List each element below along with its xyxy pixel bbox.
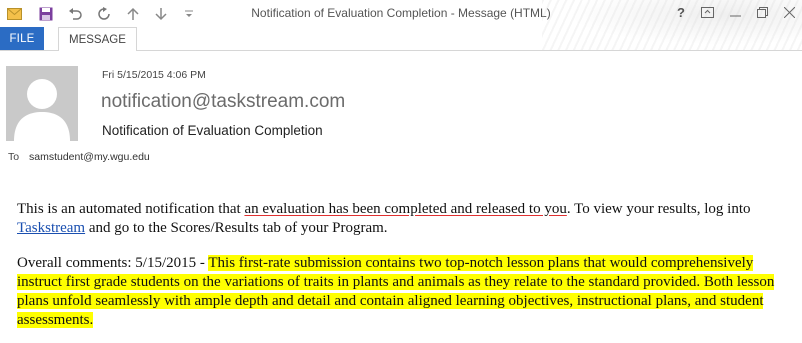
person-silhouette-icon xyxy=(6,66,78,141)
sent-date: Fri 5/15/2015 4:06 PM xyxy=(102,69,206,81)
body-paragraph-1: This is an automated notification that a… xyxy=(17,200,787,238)
avatar xyxy=(6,66,78,141)
body-text-part: and go to the Scores/Results tab of your… xyxy=(85,220,388,236)
overall-comments-prefix: Overall comments: 5/15/2015 - xyxy=(17,255,209,271)
close-icon[interactable] xyxy=(779,3,799,21)
to-label: To xyxy=(8,151,20,163)
ribbon-tabs: FILE MESSAGE xyxy=(0,27,802,51)
body-text-part: This is an automated notification that xyxy=(17,201,245,217)
ribbon-display-icon[interactable] xyxy=(697,3,717,21)
minimize-icon[interactable] xyxy=(725,3,745,21)
recipient-address[interactable]: samstudent@my.wgu.edu xyxy=(29,151,150,163)
taskstream-link[interactable]: Taskstream xyxy=(17,220,85,236)
help-icon[interactable]: ? xyxy=(671,3,691,21)
title-bar: Notification of Evaluation Completion - … xyxy=(0,0,802,50)
tab-file[interactable]: FILE xyxy=(0,27,44,50)
spellcheck-underlined-text: an evaluation has been completed and rel… xyxy=(244,201,567,217)
body-text-part: . To view your results, log into xyxy=(566,201,751,217)
tab-message[interactable]: MESSAGE xyxy=(58,27,137,51)
sender-address[interactable]: notification@taskstream.com xyxy=(101,91,345,113)
body-paragraph-2: Overall comments: 5/15/2015 - This first… xyxy=(17,254,787,330)
message-subject: Notification of Evaluation Completion xyxy=(102,123,323,138)
restore-icon[interactable] xyxy=(752,3,772,21)
